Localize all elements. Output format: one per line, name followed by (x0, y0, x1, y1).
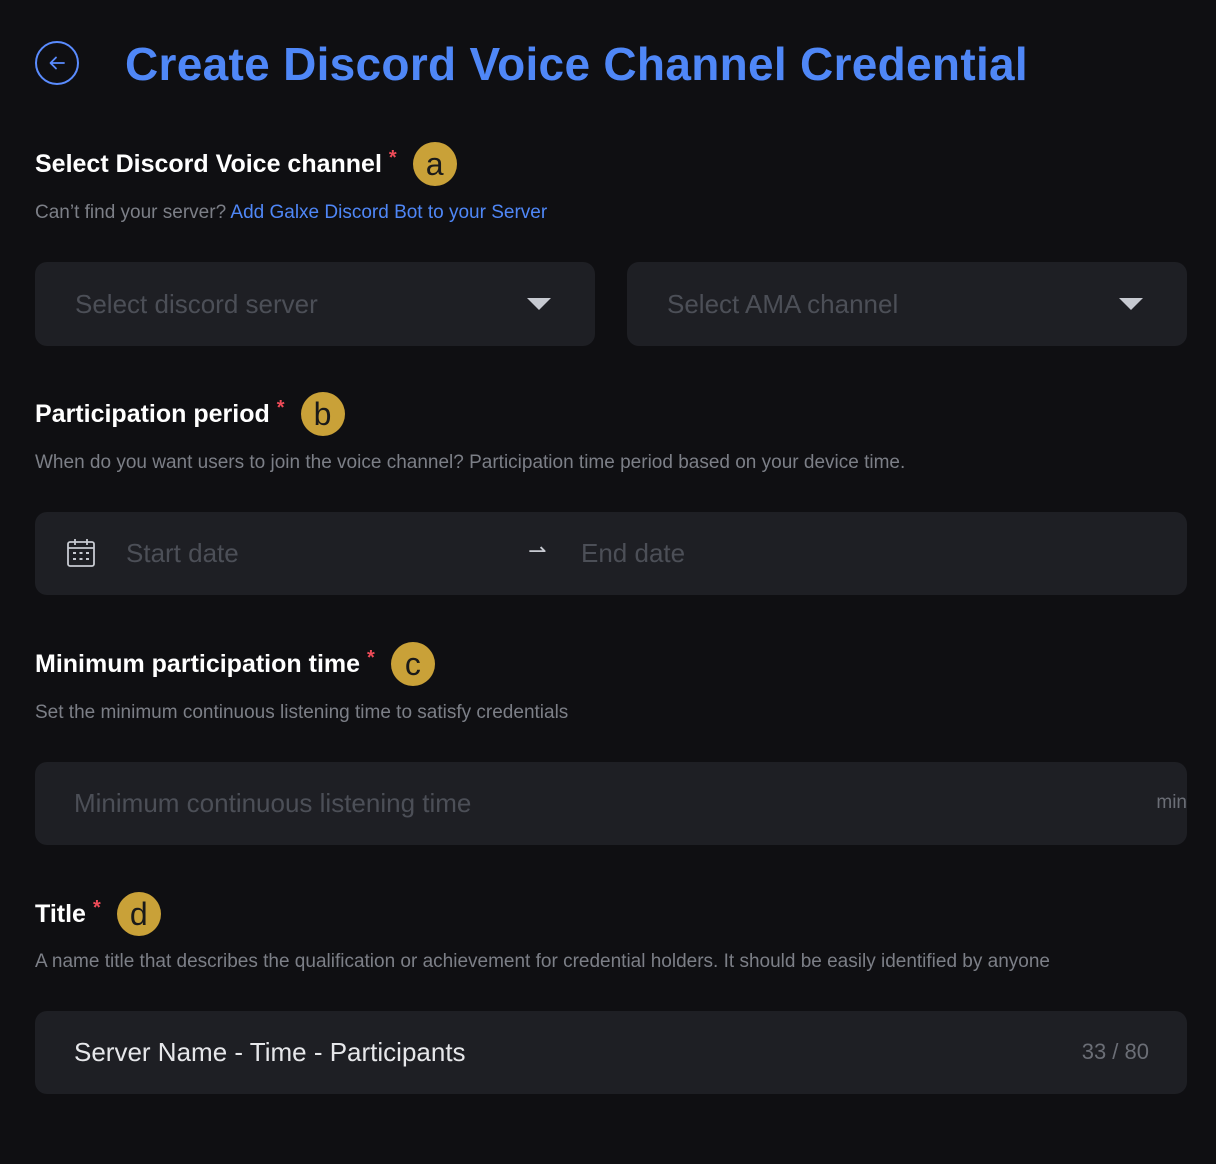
section-label: Select Discord Voice channel (35, 149, 382, 178)
start-date-input[interactable]: Start date (126, 538, 239, 569)
section-label: Minimum participation time (35, 649, 361, 678)
select-placeholder: Select AMA channel (667, 288, 899, 319)
min-listening-time-input[interactable]: Minimum continuous listening time min (35, 762, 1187, 845)
section-description: A name title that describes the qualific… (35, 951, 1050, 972)
required-mark: * (367, 646, 375, 669)
date-range-picker[interactable]: Start date ⇀ End date (35, 512, 1187, 595)
section-label: Participation period (35, 399, 270, 428)
required-mark: * (388, 146, 397, 169)
title-input-value[interactable]: Server Name - Time - Participants (74, 1037, 466, 1068)
end-date-input[interactable]: End date (581, 538, 685, 569)
arrow-left-icon (49, 56, 65, 70)
title-input[interactable]: Server Name - Time - Participants 33 / 8… (35, 1011, 1187, 1094)
discord-server-select[interactable]: Select discord server (35, 262, 595, 346)
annotation-badge-a: a (412, 142, 457, 186)
required-mark: * (276, 396, 285, 419)
section-minimum-time: Minimum participation time * c Set the m… (35, 642, 1187, 845)
add-bot-link[interactable]: Add Galxe Discord Bot to your Server (230, 202, 547, 223)
section-participation-period: Participation period * b When do you wan… (35, 392, 1187, 595)
section-description: When do you want users to join the voice… (35, 452, 906, 473)
section-label: Title (35, 899, 86, 928)
caret-down-icon (1119, 298, 1143, 310)
section-description: Set the minimum continuous listening tim… (35, 702, 569, 723)
back-button[interactable] (35, 41, 79, 85)
annotation-badge-d: d (116, 892, 161, 936)
section-voice-channel: Select Discord Voice channel * a Can’t f… (35, 142, 1187, 346)
range-arrow-icon: ⇀ (528, 538, 547, 563)
unit-suffix: min (1156, 792, 1187, 813)
input-placeholder: Minimum continuous listening time (74, 788, 472, 818)
required-mark: * (92, 896, 101, 919)
description-text: Can’t find your server? (35, 202, 227, 223)
page-title: Create Discord Voice Channel Credential (125, 38, 1028, 90)
calendar-icon (67, 539, 95, 567)
character-counter: 33 / 80 (1081, 1039, 1149, 1064)
caret-down-icon (527, 298, 551, 310)
select-placeholder: Select discord server (75, 288, 318, 319)
page-header: Create Discord Voice Channel Credential (35, 38, 1195, 90)
annotation-badge-b: b (300, 392, 345, 436)
section-title: Title * d A name title that describes th… (35, 892, 1187, 1094)
ama-channel-select[interactable]: Select AMA channel (627, 262, 1187, 346)
section-description: Can’t find your server? Add Galxe Discor… (35, 197, 1187, 229)
annotation-badge-c: c (390, 642, 435, 686)
